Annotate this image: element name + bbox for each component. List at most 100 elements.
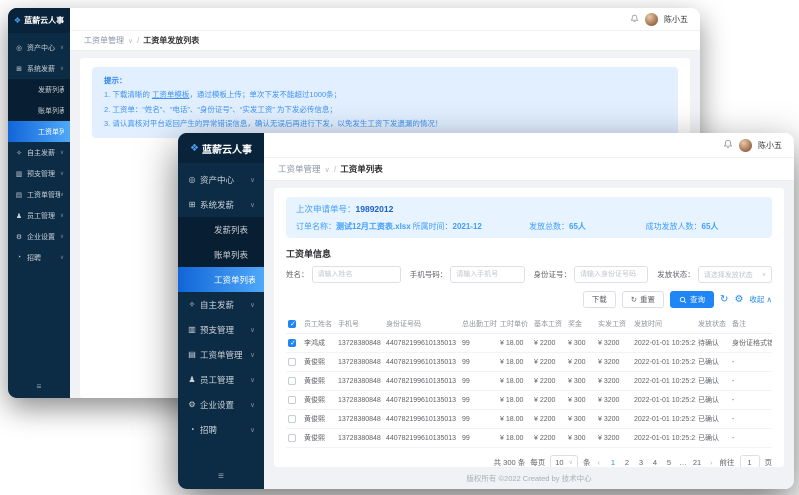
select-all-checkbox[interactable] [288, 320, 296, 328]
menu-icon: ◎ [187, 175, 197, 184]
cell-bonus: ¥ 300 [566, 334, 596, 353]
refresh-icon[interactable]: ↻ [720, 295, 728, 305]
bell-icon[interactable] [723, 136, 733, 154]
sidebar-collapse-button[interactable]: ≡ [178, 464, 264, 489]
banner-field-value: 2021-12 [453, 222, 482, 231]
cell-time: 2022-01-01 10:25:21 [632, 429, 696, 448]
next-page-button[interactable]: › [708, 458, 715, 467]
row-checkbox[interactable] [288, 358, 296, 366]
payslip-table: 员工姓名 手机号 身份证号码 总出勤工时 工时单价 基本工资 奖金 实发工资 发… [286, 315, 772, 448]
tips-lines: 1. 下载清晰的 工资单模板，通过模板上传；单次下发不能超过1000条； 2. … [104, 88, 666, 131]
pagination-total: 共 300 条 [494, 457, 526, 467]
filter-name: 姓名： [286, 266, 401, 283]
per-page-select[interactable]: 10 ∨ [550, 455, 578, 467]
chevron-down-icon: ∨ [60, 234, 64, 240]
sidebar-item[interactable]: 账单列表 [178, 242, 264, 267]
page-number[interactable]: 21 [691, 458, 703, 467]
row-checkbox[interactable] [288, 415, 296, 423]
cell-phone: 13728380848 [336, 410, 384, 429]
sidebar-item[interactable]: ▤ 工资单管理 ∨ [178, 342, 264, 367]
cell-name: 黄俊熙 [302, 410, 336, 429]
cell-remark: - [730, 410, 772, 429]
cell-base-salary: ¥ 2200 [532, 429, 566, 448]
table-row: 黄俊熙 13728380848 440782199610135013 99 ¥ … [286, 410, 772, 429]
chevron-down-icon: ∨ [250, 301, 255, 309]
menu-icon: ▤ [187, 350, 197, 359]
reset-button[interactable]: ↻重置 [622, 291, 664, 308]
sidebar-item[interactable]: ⊞ 系统发薪 ∨ [178, 192, 264, 217]
menu-icon: ⊞ [14, 65, 24, 73]
sidebar-item[interactable]: ▥ 预支管理 ∨ [178, 317, 264, 342]
status-select[interactable]: 请选择发放状态 ∨ [698, 266, 772, 283]
phone-input[interactable] [450, 266, 524, 283]
row-checkbox[interactable] [288, 339, 296, 347]
sidebar-item[interactable]: ⚙ 企业设置 ∨ [8, 226, 70, 247]
page-number[interactable]: 5 [663, 458, 675, 467]
page-number[interactable]: 1 [607, 458, 619, 467]
download-button[interactable]: 下载 [583, 291, 616, 308]
avatar[interactable] [645, 13, 658, 26]
sidebar-item[interactable]: ◎ 资产中心 ∨ [8, 37, 70, 58]
name-input[interactable] [312, 266, 401, 283]
status-select-placeholder: 请选择发放状态 [704, 270, 753, 280]
section-title: 工资单信息 [286, 247, 772, 260]
sidebar-item[interactable]: 工资单列表 [8, 121, 70, 142]
cell-hours: 99 [460, 372, 498, 391]
user-name[interactable]: 陈小五 [758, 140, 782, 151]
column-header: 总出勤工时 [460, 315, 498, 334]
bell-icon[interactable] [630, 10, 639, 28]
sidebar-item[interactable]: ✧ 自主发薪 ∨ [178, 292, 264, 317]
sidebar-item[interactable]: 工资单列表 [178, 267, 264, 292]
sidebar-item[interactable]: ⚙ 企业设置 ∨ [178, 392, 264, 417]
sidebar-item[interactable]: 账单列表 [8, 100, 70, 121]
cell-name: 李鸿成 [302, 334, 336, 353]
column-header: 发放状态 [696, 315, 730, 334]
menu-icon: ▥ [14, 170, 24, 178]
user-name[interactable]: 陈小五 [664, 14, 688, 25]
column-header: 发放时间 [632, 315, 696, 334]
goto-page-input[interactable] [740, 455, 760, 467]
sidebar-item[interactable]: ◔ 招聘 ∨ [8, 247, 70, 268]
filter-status: 发放状态： 请选择发放状态 ∨ [657, 266, 772, 283]
sidebar-item[interactable]: ▥ 预支管理 ∨ [8, 163, 70, 184]
chevron-down-icon: ∨ [60, 171, 64, 177]
content: 上次申请单号：19892012 订单名称：测试12月工资表.xlsx 所属时间：… [264, 181, 794, 489]
column-header: 备注 [730, 315, 772, 334]
sidebar-item[interactable]: ▤ 工资单管理 ∨ [8, 184, 70, 205]
cell-real-salary: ¥ 3200 [596, 372, 632, 391]
sidebar-item[interactable]: ✧ 自主发薪 ∨ [8, 142, 70, 163]
sidebar-item[interactable]: ◔ 招聘 ∨ [178, 417, 264, 442]
column-header: 身份证号码 [384, 315, 460, 334]
menu-icon: ♟ [187, 375, 197, 384]
sidebar-item[interactable]: ♟ 员工管理 ∨ [8, 205, 70, 226]
collapse-link[interactable]: 收起 ∧ [749, 294, 772, 305]
search-button[interactable]: 查询 [670, 291, 714, 308]
prev-page-button[interactable]: ‹ [596, 458, 603, 467]
idcard-input[interactable] [574, 266, 648, 283]
column-header: 奖金 [566, 315, 596, 334]
copyright-footer: 版权所有 ©2022 Created by 技术中心 [274, 467, 784, 489]
cell-base-salary: ¥ 2200 [532, 334, 566, 353]
sidebar-item[interactable]: ⊞ 系统发薪 ∨ [8, 58, 70, 79]
breadcrumb-section[interactable]: 工资单管理 [278, 163, 321, 175]
avatar[interactable] [739, 139, 752, 152]
sidebar-item[interactable]: ♟ 员工管理 ∨ [178, 367, 264, 392]
page-number[interactable]: 3 [635, 458, 647, 467]
sidebar-item[interactable]: ◎ 资产中心 ∨ [178, 167, 264, 192]
page-number[interactable]: 2 [621, 458, 633, 467]
sidebar-item-label: 招聘 [200, 424, 250, 436]
page-number[interactable]: 4 [649, 458, 661, 467]
cell-status: 已确认 [696, 372, 730, 391]
cell-phone: 13728380848 [336, 353, 384, 372]
chevron-down-icon: ∨ [250, 326, 255, 334]
breadcrumb-section[interactable]: 工资单管理 [84, 35, 124, 46]
sidebar-collapse-button[interactable]: ≡ [8, 374, 70, 398]
row-checkbox[interactable] [288, 377, 296, 385]
gear-icon[interactable]: ⚙ [734, 295, 743, 305]
row-checkbox[interactable] [288, 434, 296, 442]
row-checkbox[interactable] [288, 396, 296, 404]
sidebar-item[interactable]: 发薪列表 [8, 79, 70, 100]
page-number[interactable]: … [677, 458, 689, 467]
sidebar-item[interactable]: 发薪列表 [178, 217, 264, 242]
template-link[interactable]: 工资单模板 [152, 90, 190, 99]
